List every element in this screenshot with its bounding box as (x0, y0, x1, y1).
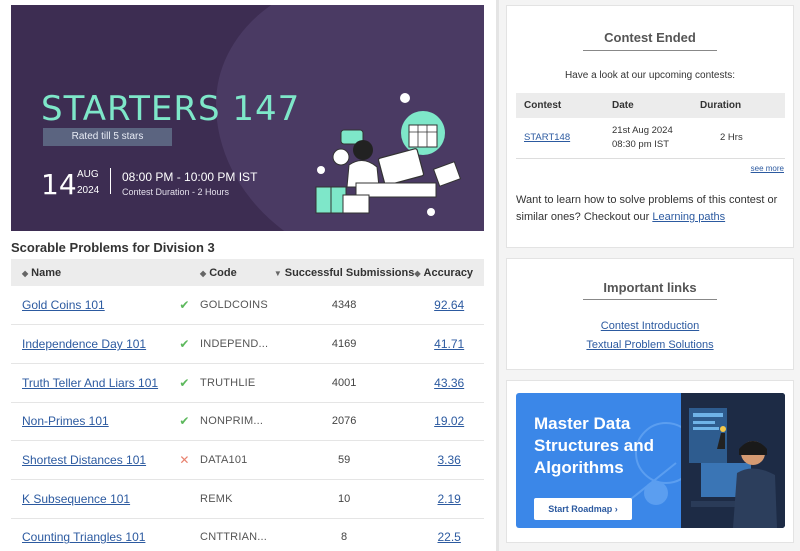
submission-count: 4169 (331, 338, 357, 351)
submission-count: 8 (341, 531, 348, 544)
submission-count: 2076 (331, 415, 357, 428)
table-row: Gold Coins 101 ✔ GOLDCOINS 4348 92.64 (11, 286, 484, 325)
contest-time: 08:00 PM - 10:00 PM IST (122, 170, 258, 184)
problem-link[interactable]: Gold Coins 101 (22, 298, 105, 312)
start-roadmap-button[interactable]: Start Roadmap › (534, 498, 632, 520)
rated-badge: Rated till 5 stars (43, 128, 172, 146)
check-icon: ✔ (179, 298, 190, 313)
problem-code: DATA101 (200, 454, 248, 467)
coder-illustration (315, 93, 462, 216)
column-divider (496, 0, 499, 551)
header-accuracy[interactable]: ◆ Accuracy (414, 259, 484, 286)
section-title: Scorable Problems for Division 3 (11, 240, 215, 255)
title-underline (583, 50, 717, 51)
contest-year: 2024 (77, 185, 100, 196)
table-row: K Subsequence 101 REMK 10 2.19 (11, 479, 484, 519)
submission-count: 10 (337, 492, 351, 505)
time-line: 08:30 pm IST (612, 139, 670, 151)
submission-count: 59 (337, 454, 351, 467)
header-duration: Duration (700, 100, 742, 111)
accuracy-link[interactable]: 2.19 (438, 492, 461, 506)
date-line: 21st Aug 2024 (612, 125, 673, 137)
promo-headline: Master Data Structures and Algorithms (534, 414, 654, 477)
problems-table: ◆ Name ◆ Code ▼ Successful Submissions ◆ Acc… (11, 259, 484, 551)
contest-title: STARTERS 147 (41, 89, 301, 129)
upcoming-table: Contest Date Duration START148 21st Aug … (516, 93, 785, 159)
problem-link[interactable]: Shortest Distances 101 (22, 453, 146, 467)
learning-paths-link[interactable]: Learning paths (652, 211, 725, 223)
links-list: Contest Introduction Textual Problem Sol… (507, 320, 793, 358)
header-date: Date (612, 100, 634, 111)
check-icon: ✔ (179, 375, 190, 390)
sort-icon: ◆ (414, 268, 421, 278)
header-name[interactable]: ◆ Name (11, 259, 169, 286)
check-icon: ✔ (179, 337, 190, 352)
promo-banner[interactable]: Master Data Structures and Algorithms St… (516, 393, 785, 528)
accuracy-link[interactable]: 3.36 (438, 453, 461, 467)
header-contest: Contest (524, 100, 562, 111)
important-links-card: Important links Contest Introduction Tex… (506, 258, 794, 370)
header-code[interactable]: ◆ Code (200, 259, 274, 286)
title-underline (583, 299, 717, 300)
developer-illustration (681, 393, 785, 528)
problem-link[interactable]: Counting Triangles 101 (22, 530, 145, 544)
contest-ended-card: Contest Ended Have a look at our upcomin… (506, 5, 794, 248)
textual-solutions-link[interactable]: Textual Problem Solutions (507, 339, 793, 358)
problem-code: REMK (200, 492, 233, 505)
problem-link[interactable]: K Subsequence 101 (22, 492, 130, 506)
table-row: Counting Triangles 101 CNTTRIAN... 8 22.… (11, 518, 484, 551)
problem-code: INDEPEND... (200, 338, 269, 351)
table-header-row: ◆ Name ◆ Code ▼ Successful Submissions ◆ Acc… (11, 259, 484, 286)
contest-banner: STARTERS 147 Rated till 5 stars 14 AUG 2… (11, 5, 484, 231)
contest-introduction-link[interactable]: Contest Introduction (507, 320, 793, 339)
accuracy-link[interactable]: 19.02 (434, 414, 464, 428)
upcoming-header-row: Contest Date Duration (516, 93, 785, 118)
accuracy-link[interactable]: 92.64 (434, 298, 464, 312)
problem-code: CNTTRIAN... (200, 531, 268, 544)
check-icon: ✔ (179, 414, 190, 429)
submission-count: 4001 (331, 376, 357, 389)
problem-link[interactable]: Non-Primes 101 (22, 414, 109, 428)
contest-duration: 2 Hrs (720, 132, 743, 144)
table-row: Truth Teller And Liars 101 ✔ TRUTHLIE 40… (11, 363, 484, 403)
accuracy-link[interactable]: 22.5 (438, 530, 461, 544)
upcoming-row: START148 21st Aug 2024 08:30 pm IST 2 Hrs (516, 118, 785, 158)
contest-month: AUG (77, 169, 99, 180)
see-more-link[interactable]: see more (751, 164, 784, 173)
problem-code: NONPRIM... (200, 415, 264, 428)
problem-link[interactable]: Truth Teller And Liars 101 (22, 376, 158, 390)
contest-duration: Contest Duration - 2 Hours (122, 187, 230, 197)
sort-icon: ◆ (22, 268, 29, 278)
sort-desc-icon: ▼ (273, 268, 282, 278)
learn-text: Want to learn how to solve problems of t… (516, 194, 778, 223)
sort-icon: ◆ (200, 268, 207, 278)
table-row: Shortest Distances 101 ✕ DATA101 59 3.36 (11, 441, 484, 480)
card-title: Important links (603, 280, 697, 295)
cross-icon: ✕ (179, 453, 190, 468)
main-column: STARTERS 147 Rated till 5 stars 14 AUG 2… (0, 0, 496, 551)
accuracy-link[interactable]: 41.71 (434, 337, 464, 351)
problem-code: GOLDCOINS (200, 299, 268, 312)
problem-code: TRUTHLIE (200, 376, 256, 389)
problem-link[interactable]: Independence Day 101 (22, 337, 146, 351)
accuracy-link[interactable]: 43.36 (434, 376, 464, 390)
card-title: Contest Ended (604, 30, 696, 45)
upcoming-text: Have a look at our upcoming contests: (564, 70, 736, 81)
contest-link[interactable]: START148 (524, 132, 570, 143)
header-submissions[interactable]: ▼ Successful Submissions (274, 259, 415, 286)
table-row: Independence Day 101 ✔ INDEPEND... 4169 … (11, 325, 484, 364)
submission-count: 4348 (331, 299, 357, 312)
date-divider (110, 168, 111, 194)
contest-day: 14 (41, 168, 77, 201)
table-row: Non-Primes 101 ✔ NONPRIM... 2076 19.02 (11, 402, 484, 441)
promo-card: Master Data Structures and Algorithms St… (506, 380, 794, 543)
